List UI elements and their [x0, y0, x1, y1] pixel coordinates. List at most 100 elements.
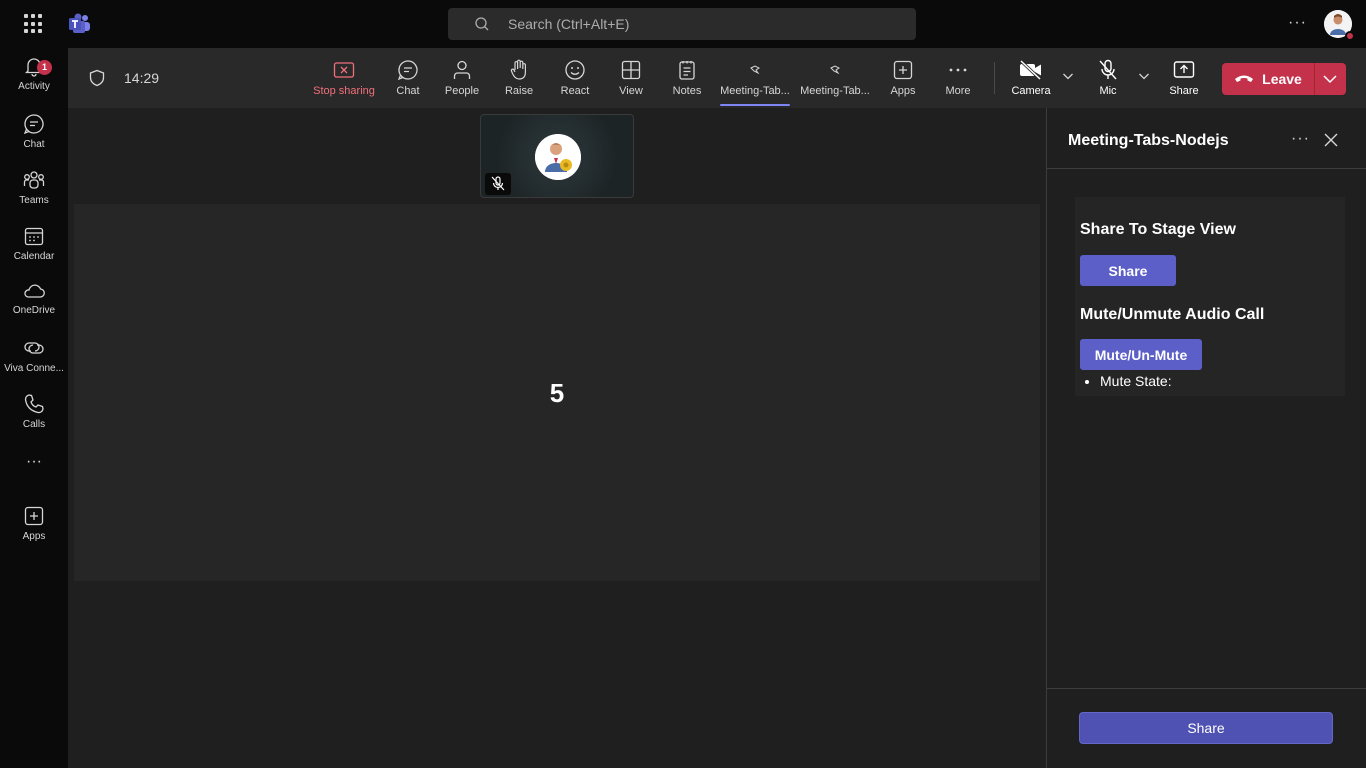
panel-footer-divider	[1047, 688, 1366, 689]
camera-off-icon	[1019, 59, 1042, 81]
chat-icon	[397, 60, 418, 81]
calendar-icon	[24, 227, 44, 246]
more-icon: ···	[26, 453, 42, 470]
rail-item-onedrive[interactable]: OneDrive	[0, 280, 68, 332]
rail-item-apps[interactable]: Apps	[0, 504, 68, 556]
search-placeholder: Search (Ctrl+Alt+E)	[508, 16, 630, 32]
hand-icon	[510, 59, 526, 80]
rail-item-teams[interactable]: Teams	[0, 168, 68, 220]
participant-avatar	[535, 134, 581, 180]
close-icon[interactable]	[1323, 132, 1339, 148]
raise-hand-button[interactable]: Raise	[501, 58, 537, 100]
viva-icon	[24, 342, 44, 354]
view-label: View	[619, 85, 643, 97]
tab-label: Meeting-Tab...	[800, 85, 870, 97]
mic-button[interactable]: Mic	[1090, 58, 1126, 100]
teams-logo	[68, 12, 92, 41]
stop-sharing-button[interactable]: Stop sharing	[313, 58, 375, 100]
search-bar[interactable]: Search (Ctrl+Alt+E)	[448, 8, 916, 40]
tab-meeting-tabs-2[interactable]: Meeting-Tab...	[800, 58, 870, 100]
teams-icon	[23, 171, 45, 189]
rail-label: Apps	[22, 531, 46, 542]
leave-button[interactable]: Leave	[1222, 63, 1314, 95]
stop-sharing-icon	[333, 62, 355, 78]
rail-item-calendar[interactable]: Calendar	[0, 224, 68, 276]
stop-sharing-label: Stop sharing	[313, 85, 375, 97]
add-app-icon	[24, 506, 44, 526]
meeting-area: 14:29 Stop sharing Chat People Raise Rea…	[68, 48, 1366, 768]
phone-icon	[24, 394, 44, 414]
leave-button-group: Leave	[1222, 63, 1346, 95]
mic-label: Mic	[1099, 85, 1117, 97]
chat-button[interactable]: Chat	[390, 58, 426, 100]
more-button[interactable]: More	[940, 58, 976, 100]
rail-item-activity[interactable]: 1 Activity	[0, 54, 68, 106]
rail-label: Activity	[18, 81, 50, 92]
activity-badge: 1	[37, 60, 52, 75]
tab-meeting-tabs-1[interactable]: Meeting-Tab...	[720, 58, 790, 106]
tab-label: Meeting-Tab...	[720, 85, 790, 97]
people-button[interactable]: People	[444, 58, 480, 100]
leave-options-button[interactable]	[1314, 63, 1346, 95]
stage-content-number: 5	[549, 378, 565, 408]
rail-item-more[interactable]: ···	[0, 453, 68, 505]
rail-label: Calendar	[13, 251, 55, 262]
react-button[interactable]: React	[557, 58, 593, 100]
rail-item-calls[interactable]: Calls	[0, 392, 68, 444]
cloud-icon	[24, 284, 45, 298]
camera-button[interactable]: Camera	[1009, 58, 1053, 100]
raise-label: Raise	[504, 85, 534, 97]
chat-icon	[23, 114, 44, 135]
meeting-timer: 14:29	[124, 70, 160, 86]
rail-item-chat[interactable]: Chat	[0, 112, 68, 164]
app-launcher-icon[interactable]	[24, 14, 44, 34]
share-to-stage-button[interactable]: Share	[1080, 255, 1176, 286]
tile-mic-muted	[485, 173, 511, 195]
mute-state-item: Mute State:	[1100, 373, 1172, 389]
rail-label: OneDrive	[12, 305, 56, 316]
user-avatar[interactable]	[1324, 10, 1355, 41]
rail-label: Chat	[23, 139, 45, 150]
share-screen-icon	[1173, 61, 1195, 78]
panel-header-divider	[1047, 168, 1366, 169]
shield-icon[interactable]	[88, 69, 106, 87]
view-button[interactable]: View	[613, 58, 649, 100]
title-bar: Search (Ctrl+Alt+E) ···	[0, 0, 1366, 48]
people-label: People	[444, 85, 480, 97]
mic-off-icon	[491, 176, 505, 191]
footer-share-button[interactable]: Share	[1079, 712, 1333, 744]
rail-label: Teams	[19, 195, 49, 206]
panel-more-icon[interactable]: ···	[1291, 130, 1310, 148]
panel-title: Meeting-Tabs-Nodejs	[1068, 132, 1229, 149]
shared-stage-view: 5	[74, 204, 1040, 581]
presence-busy-icon	[1345, 31, 1355, 41]
mic-options-chevron-icon[interactable]	[1138, 70, 1150, 82]
notes-label: Notes	[672, 85, 702, 97]
apps-label: Apps	[890, 85, 916, 97]
search-icon	[475, 17, 489, 31]
camera-options-chevron-icon[interactable]	[1062, 70, 1074, 82]
meeting-side-panel: Meeting-Tabs-Nodejs ··· Share To Stage V…	[1046, 108, 1366, 768]
notes-icon	[679, 61, 695, 80]
meeting-toolbar: 14:29 Stop sharing Chat People Raise Rea…	[68, 48, 1366, 108]
mute-unmute-button[interactable]: Mute/Un-Mute	[1080, 339, 1202, 370]
share-to-stage-heading: Share To Stage View	[1080, 221, 1236, 238]
hang-up-icon	[1235, 75, 1254, 82]
share-button[interactable]: Share	[1164, 58, 1204, 100]
mute-state-list: Mute State:	[1100, 373, 1172, 389]
grid-view-icon	[621, 60, 641, 80]
app-content-card: Share To Stage View Share Mute/Unmute Au…	[1075, 197, 1345, 396]
app-tab-icon	[830, 65, 840, 75]
notes-button[interactable]: Notes	[669, 58, 705, 100]
mute-unmute-heading: Mute/Unmute Audio Call	[1080, 306, 1265, 323]
apps-button[interactable]: Apps	[885, 58, 921, 100]
camera-label: Camera	[1011, 85, 1051, 97]
settings-more-icon[interactable]: ···	[1288, 14, 1307, 32]
rail-item-viva-connections[interactable]: Viva Conne...	[0, 336, 68, 388]
participant-video-tile[interactable]	[480, 114, 634, 198]
react-label: React	[560, 85, 590, 97]
smiley-icon	[565, 60, 585, 80]
mic-off-icon	[1099, 59, 1117, 80]
rail-label: Viva Conne...	[4, 363, 64, 374]
rail-label: Calls	[22, 419, 46, 430]
